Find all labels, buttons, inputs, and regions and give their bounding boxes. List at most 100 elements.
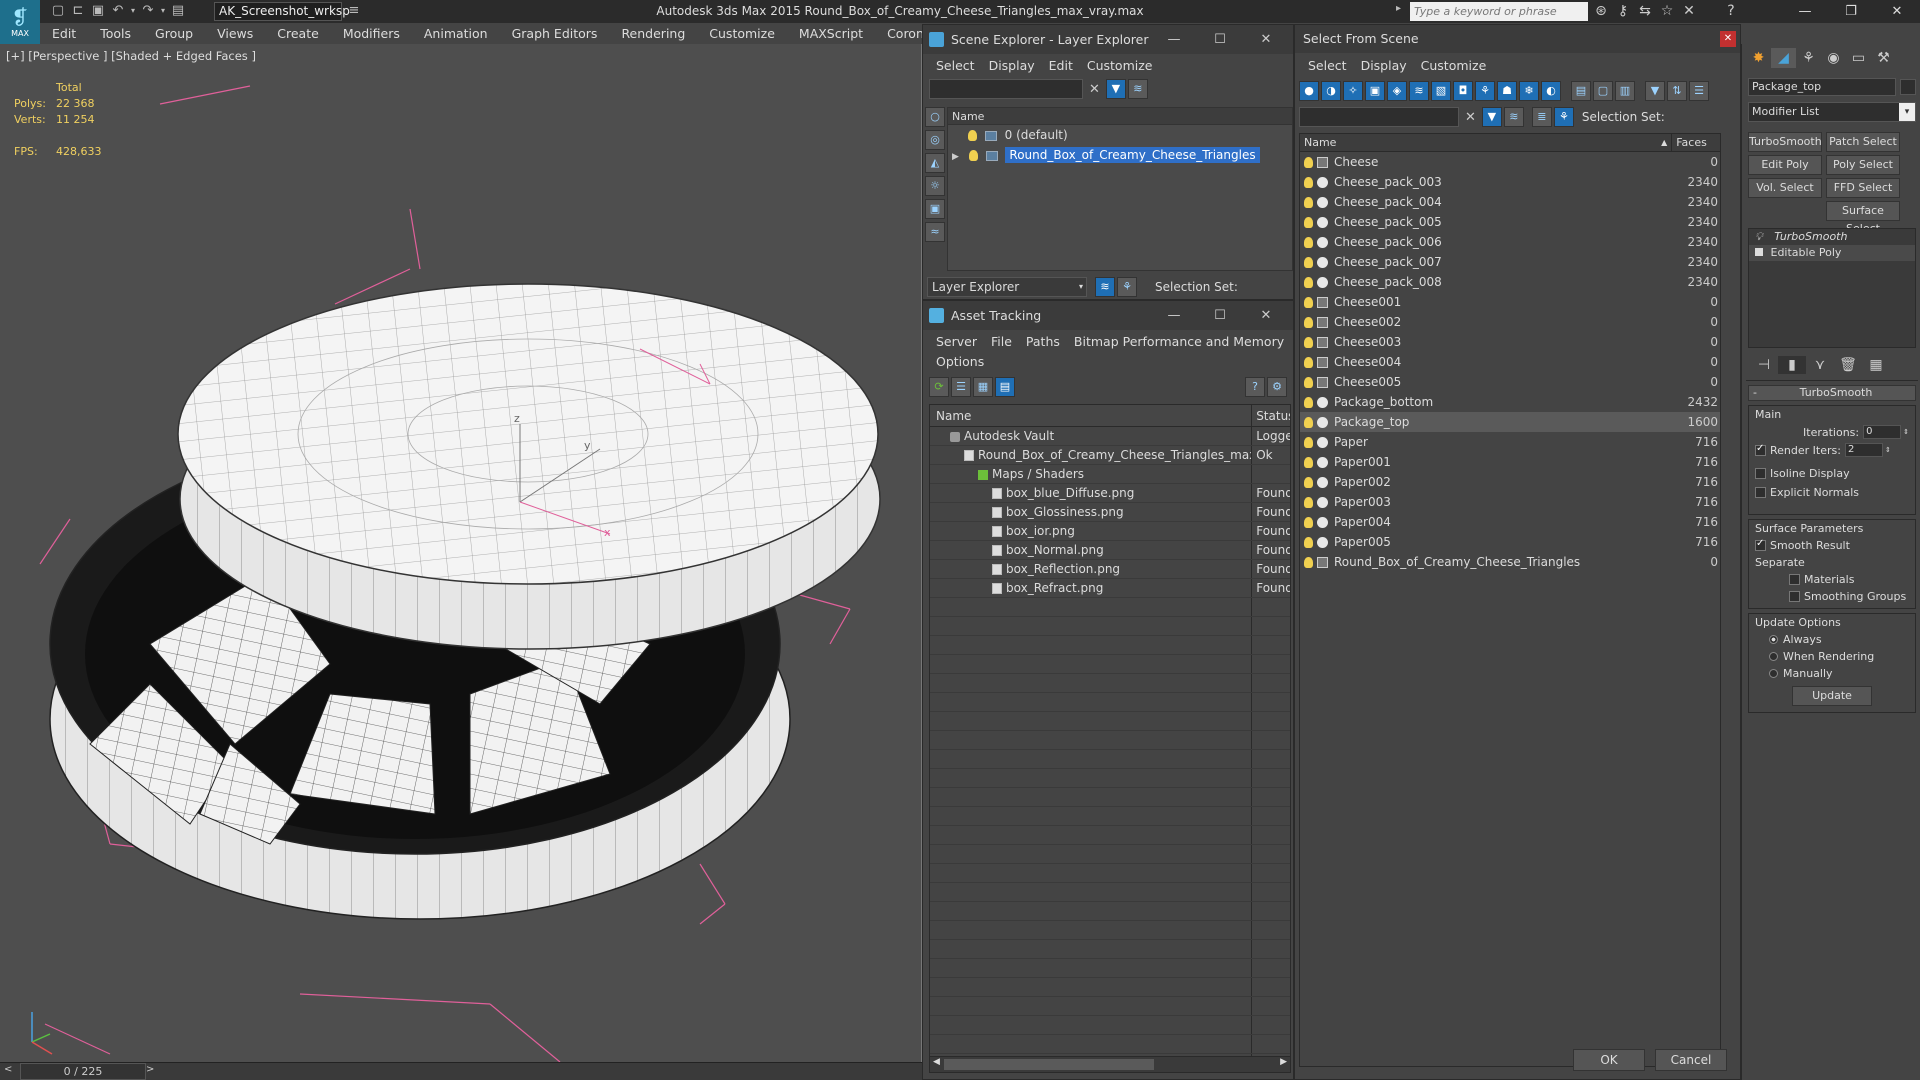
hierarchy-tab-icon[interactable]: ⚘ — [1796, 48, 1821, 68]
x-tools-icon[interactable]: ✕ — [1678, 0, 1700, 23]
star-icon[interactable]: ☆ — [1656, 0, 1678, 23]
spacewarps-filter-icon[interactable]: ≋ — [1409, 81, 1429, 101]
lightbulb-icon[interactable] — [1304, 397, 1313, 408]
modifier-list-dropdown[interactable]: Modifier List ▾ — [1748, 102, 1916, 122]
object-row[interactable]: Cheese_pack_003 2340 — [1300, 172, 1720, 192]
app-logo[interactable]: ❡ MAX — [0, 0, 40, 44]
help-icon[interactable]: ? — [1720, 0, 1742, 23]
scroll-left-icon[interactable]: ◀ — [933, 1057, 940, 1067]
menu-item-create[interactable]: Create — [265, 23, 331, 44]
scroll-right-icon[interactable]: ▶ — [1280, 1057, 1287, 1067]
materials-checkbox[interactable] — [1789, 574, 1800, 585]
menu-file[interactable]: File — [984, 334, 1019, 349]
show-end-result-icon[interactable]: ▮ — [1778, 356, 1806, 374]
close-icon[interactable]: ✕ — [1243, 25, 1289, 54]
table-view-icon[interactable]: ▤ — [995, 377, 1015, 397]
cameras-filter-icon[interactable]: ▣ — [1365, 81, 1385, 101]
save-file-icon[interactable]: ▣ — [88, 2, 108, 20]
lightbulb-icon[interactable] — [1304, 357, 1313, 368]
menu-server[interactable]: Server — [929, 334, 984, 349]
restore-icon[interactable]: ❐ — [1828, 0, 1874, 23]
configure-sets-icon[interactable]: ▦ — [1862, 356, 1890, 374]
viewport-scene[interactable]: z y x — [0, 44, 922, 1062]
col-name-header[interactable]: Name — [930, 405, 1253, 426]
search-input[interactable]: Type a keyword or phrase — [1410, 2, 1588, 21]
display-geometry-icon[interactable]: ◎ — [925, 130, 945, 150]
asset-tracking-titlebar[interactable]: Asset Tracking — ☐ ✕ — [923, 301, 1293, 330]
minimize-icon[interactable]: — — [1782, 0, 1828, 23]
new-file-icon[interactable]: ▢ — [48, 2, 68, 20]
groups-filter-icon[interactable]: ▧ — [1431, 81, 1451, 101]
render-iters-input[interactable]: 2 — [1844, 443, 1883, 457]
key-icon[interactable]: ⚷ — [1612, 0, 1634, 23]
asset-row[interactable]: box_Reflection.png Found — [930, 560, 1290, 579]
horizontal-scrollbar[interactable]: ◀ ▶ — [929, 1056, 1291, 1073]
exchange-icon[interactable]: ⇆ — [1634, 0, 1656, 23]
scrollbar-thumb[interactable] — [944, 1059, 1154, 1070]
asset-row[interactable]: box_Normal.png Found — [930, 541, 1290, 560]
help-icon[interactable]: ? — [1245, 377, 1265, 397]
asset-row[interactable]: box_Glossiness.png Found — [930, 503, 1290, 522]
menu-select[interactable]: Select — [929, 58, 982, 73]
modifier-button-ffd-select[interactable]: FFD Select — [1826, 178, 1900, 198]
make-unique-icon[interactable]: ⋎ — [1806, 356, 1834, 374]
sort-icon[interactable]: ⇅ — [1667, 81, 1687, 101]
object-color-swatch[interactable] — [1900, 79, 1916, 95]
ok-button[interactable]: OK — [1573, 1049, 1645, 1071]
remove-modifier-icon[interactable]: 🗑︎ — [1834, 356, 1862, 374]
modify-tab-icon[interactable]: ◢ — [1771, 48, 1796, 68]
when-rendering-radio[interactable] — [1769, 652, 1778, 661]
display-cameras-icon[interactable]: ▣ — [925, 199, 945, 219]
iterations-input[interactable]: 0 — [1863, 425, 1902, 439]
modifier-button-edit-poly[interactable]: Edit Poly — [1748, 155, 1822, 175]
list-view-icon[interactable]: ☰ — [951, 377, 971, 397]
lightbulb-icon[interactable] — [1304, 337, 1313, 348]
layer-filter-icon[interactable]: ≋ — [1127, 79, 1148, 99]
isoline-display-checkbox[interactable] — [1755, 468, 1766, 479]
layer-mode-icon[interactable]: ≋ — [1095, 276, 1115, 297]
geometry-filter-icon[interactable]: ● — [1299, 81, 1319, 101]
create-tab-icon[interactable]: ✸ — [1746, 48, 1771, 68]
object-row[interactable]: Paper 716 — [1300, 432, 1720, 452]
display-lights-icon[interactable]: ☼ — [925, 176, 945, 196]
invert-selection-icon[interactable]: ▥ — [1615, 81, 1635, 101]
menu-item-maxscript[interactable]: MAXScript — [787, 23, 875, 44]
layer-row[interactable]: 0 (default) — [948, 125, 1292, 145]
menu-item-rendering[interactable]: Rendering — [609, 23, 697, 44]
object-row[interactable]: Round_Box_of_Creamy_Cheese_Triangles 0 — [1300, 552, 1720, 572]
filter-icon[interactable]: ▼ — [1105, 79, 1126, 99]
close-icon[interactable]: ✕ — [1243, 301, 1289, 330]
modifier-button-patch-select[interactable]: Patch Select — [1826, 132, 1900, 152]
modifier-button-poly-select[interactable]: Poly Select — [1826, 155, 1900, 175]
asset-row[interactable]: box_ior.png Found — [930, 522, 1290, 541]
binoculars-icon[interactable]: ⊛ — [1590, 0, 1612, 23]
undo-icon[interactable]: ↶ — [108, 2, 128, 20]
object-row[interactable]: Cheese_pack_008 2340 — [1300, 272, 1720, 292]
lightbulb-icon[interactable] — [1304, 177, 1313, 188]
object-row[interactable]: Cheese 0 — [1300, 152, 1720, 172]
search-expand-icon[interactable]: ▸ — [1396, 3, 1401, 14]
menu-item-animation[interactable]: Animation — [412, 23, 500, 44]
manually-radio[interactable] — [1769, 669, 1778, 678]
object-row[interactable]: Package_bottom 2432 — [1300, 392, 1720, 412]
layer-row[interactable]: ▶ Round_Box_of_Creamy_Cheese_Triangles — [948, 145, 1292, 165]
lightbulb-icon[interactable] — [1304, 277, 1313, 288]
columns-icon[interactable]: ☰ — [1689, 81, 1709, 101]
lightbulb-icon[interactable] — [1304, 297, 1313, 308]
hidden-filter-icon[interactable]: ◐ — [1541, 81, 1561, 101]
menu-item-edit[interactable]: Edit — [40, 23, 88, 44]
scene-explorer-search-input[interactable] — [929, 79, 1083, 99]
prev-frame-icon[interactable]: < — [4, 1064, 12, 1075]
name-search-input[interactable] — [1299, 107, 1459, 127]
containers-filter-icon[interactable]: ☗ — [1497, 81, 1517, 101]
lightbulb-icon[interactable] — [1304, 157, 1313, 168]
lightbulb-icon[interactable] — [1304, 317, 1313, 328]
display-helpers-icon[interactable]: ≈ — [925, 222, 945, 242]
object-row[interactable]: Cheese_pack_004 2340 — [1300, 192, 1720, 212]
filter-icon[interactable]: ▼ — [1481, 107, 1502, 127]
workspace-dropdown[interactable]: AK_Screenshot_wrksp ▾ — [214, 2, 350, 33]
lightbulb-icon[interactable] — [1304, 517, 1313, 528]
modifier-button-vol-select[interactable]: Vol. Select — [1748, 178, 1822, 198]
lightbulb-icon[interactable] — [1304, 417, 1313, 428]
menu-bitmap-performance-and-memory[interactable]: Bitmap Performance and Memory — [1067, 334, 1291, 349]
